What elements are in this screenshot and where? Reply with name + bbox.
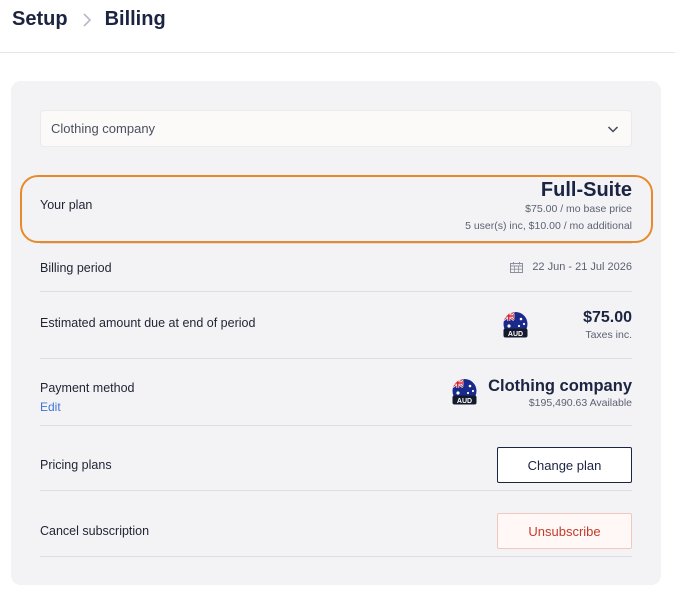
- plan-details: Full-Suite $75.00 / mo base price 5 user…: [465, 179, 632, 235]
- estimated-amount-values: $75.00 Taxes inc.: [583, 308, 632, 342]
- payment-account-name: Clothing company: [488, 377, 632, 395]
- cancel-subscription-label: Cancel subscription: [40, 524, 150, 538]
- pricing-plans-row: Pricing plans Change plan: [40, 426, 632, 491]
- account-select[interactable]: Clothing company: [40, 110, 632, 147]
- page-header: Setup Billing: [0, 0, 675, 53]
- account-select-value: Clothing company: [51, 121, 156, 136]
- aud-flag-icon: AUD: [503, 312, 528, 338]
- edit-payment-link[interactable]: Edit: [40, 400, 61, 414]
- payment-method-row: Payment method Edit AUD Clothing company…: [40, 359, 632, 426]
- calendar-icon: [510, 261, 524, 273]
- svg-text:AUD: AUD: [508, 331, 523, 338]
- billing-card: Clothing company Your plan Full-Suite $7…: [11, 81, 661, 585]
- plan-label: Your plan: [40, 198, 93, 212]
- estimated-amount: $75.00: [583, 309, 632, 326]
- plan-users-info: 5 user(s) inc, $10.00 / mo additional: [465, 220, 632, 232]
- unsubscribe-button[interactable]: Unsubscribe: [497, 513, 632, 549]
- billing-period-row: Billing period 22 Jun - 21 Jul 2026: [40, 244, 632, 292]
- chevron-down-icon: [607, 126, 619, 133]
- payment-account: Clothing company $195,490.63 Available: [488, 376, 632, 410]
- chevron-right-icon: [82, 12, 92, 27]
- plan-name: Full-Suite: [540, 179, 632, 201]
- plan-row: Your plan Full-Suite $75.00 / mo base pr…: [40, 177, 632, 244]
- plan-base-price: $75.00 / mo base price: [525, 203, 632, 215]
- estimated-amount-label: Estimated amount due at end of period: [40, 316, 256, 330]
- billing-period-label: Billing period: [40, 261, 112, 275]
- taxes-note: Taxes inc.: [585, 329, 632, 341]
- breadcrumb-setup[interactable]: Setup: [12, 8, 68, 31]
- breadcrumb-billing: Billing: [104, 8, 166, 30]
- breadcrumb: Setup Billing: [12, 8, 166, 31]
- payment-method-label: Payment method: [40, 381, 135, 395]
- aud-flag-icon: AUD: [452, 379, 477, 405]
- estimated-amount-row: Estimated amount due at end of period AU…: [40, 292, 632, 359]
- cancel-subscription-row: Cancel subscription Unsubscribe: [40, 491, 632, 557]
- change-plan-button[interactable]: Change plan: [497, 447, 632, 483]
- pricing-plans-label: Pricing plans: [40, 458, 112, 472]
- svg-text:AUD: AUD: [457, 398, 472, 405]
- billing-period-value-wrap: 22 Jun - 21 Jul 2026: [510, 261, 632, 273]
- payment-available-balance: $195,490.63 Available: [528, 397, 632, 409]
- billing-period-value: 22 Jun - 21 Jul 2026: [532, 261, 632, 273]
